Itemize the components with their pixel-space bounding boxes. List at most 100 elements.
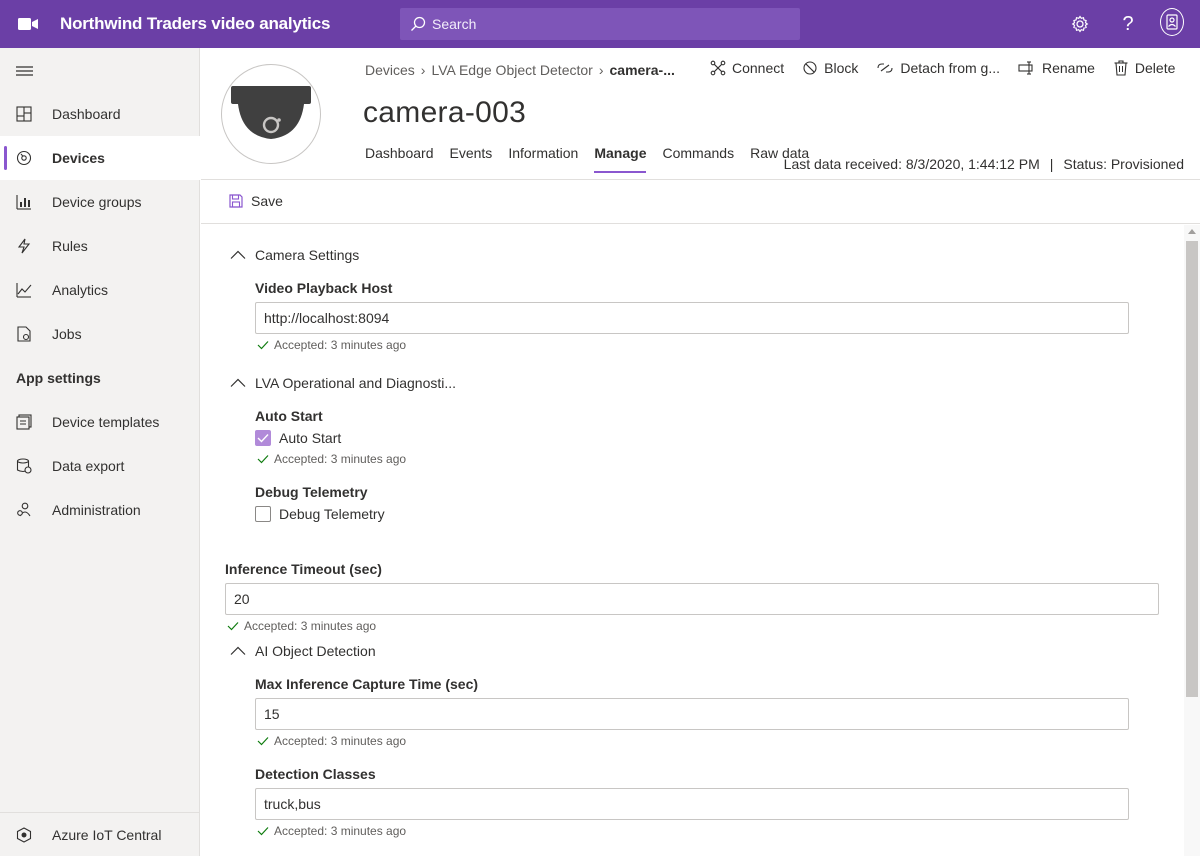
search-placeholder: Search — [432, 16, 477, 32]
detection-classes-status: Accepted: 3 minutes ago — [257, 824, 406, 838]
sidebar-item-rules[interactable]: Rules — [0, 224, 200, 268]
page-title: camera-003 — [363, 96, 527, 129]
sidebar-item-analytics[interactable]: Analytics — [0, 268, 200, 312]
sidebar-item-data-export[interactable]: Data export — [0, 444, 200, 488]
breadcrumb-template-link[interactable]: LVA Edge Object Detector — [431, 62, 592, 78]
content-scrollbar[interactable] — [1184, 225, 1200, 856]
tab-manage[interactable]: Manage — [594, 145, 647, 173]
sidebar-item-devices[interactable]: Devices — [0, 136, 200, 180]
sidebar-item-label: Dashboard — [52, 106, 121, 122]
checkbox-checked[interactable] — [255, 430, 271, 446]
auto-start-label: Auto Start — [255, 408, 323, 424]
sidebar-item-label: Device groups — [52, 194, 142, 210]
checkmark-icon — [257, 434, 269, 443]
detach-icon — [877, 63, 893, 73]
sidebar: Dashboard Devices Device groups Rules An… — [0, 48, 200, 856]
checkmark-icon — [227, 622, 239, 631]
checkmark-icon — [257, 341, 269, 350]
help-icon[interactable]: ? — [1116, 12, 1140, 36]
tab-events[interactable]: Events — [450, 145, 493, 173]
provisioning-status: Status: Provisioned — [1063, 156, 1184, 172]
settings-icon[interactable] — [1068, 12, 1092, 36]
detection-classes-label: Detection Classes — [255, 766, 376, 782]
checkmark-icon — [257, 737, 269, 746]
auto-start-checkbox[interactable]: Auto Start — [255, 430, 341, 446]
sidebar-item-label: Jobs — [52, 326, 82, 342]
device-templates-icon — [16, 414, 32, 430]
sidebar-item-administration[interactable]: Administration — [0, 488, 200, 532]
scroll-thumb[interactable] — [1186, 241, 1198, 697]
sidebar-item-label: Data export — [52, 458, 125, 474]
rules-icon — [17, 238, 31, 254]
tab-information[interactable]: Information — [508, 145, 578, 173]
save-button[interactable]: Save — [229, 193, 283, 209]
form-toolbar: Save — [201, 180, 1200, 224]
iot-central-icon — [16, 827, 32, 843]
checkmark-icon — [257, 827, 269, 836]
ai-object-detection-title: AI Object Detection — [255, 643, 376, 659]
delete-label: Delete — [1134, 60, 1176, 76]
trash-icon — [1114, 60, 1128, 76]
status-text: Accepted: 3 minutes ago — [274, 338, 407, 352]
device-status-line: Last data received: 8/3/2020, 1:44:12 PM… — [784, 156, 1184, 172]
connect-label: Connect — [732, 60, 785, 76]
manage-form: Camera Settings Video Playback Host Acce… — [201, 225, 1184, 856]
status-text: Accepted: 3 minutes ago — [274, 452, 407, 466]
rename-icon — [1018, 61, 1033, 75]
max-inference-capture-label: Max Inference Capture Time (sec) — [255, 676, 479, 692]
rename-button[interactable]: Rename — [1018, 60, 1095, 76]
sidebar-item-dashboard[interactable]: Dashboard — [0, 92, 200, 136]
rename-label: Rename — [1041, 60, 1095, 76]
connect-button[interactable]: Connect — [710, 60, 784, 76]
debug-telemetry-checkbox[interactable]: Debug Telemetry — [255, 506, 385, 522]
detection-classes-input[interactable] — [255, 788, 1129, 820]
video-playback-host-status: Accepted: 3 minutes ago — [257, 338, 406, 352]
camera-dome-icon — [231, 86, 311, 139]
data-export-icon — [16, 458, 32, 474]
camera-settings-group-toggle[interactable]: Camera Settings — [230, 247, 359, 263]
inference-timeout-input[interactable] — [225, 583, 1159, 615]
chevron-up-icon — [230, 378, 246, 387]
sidebar-item-jobs[interactable]: Jobs — [0, 312, 200, 356]
connect-icon — [710, 60, 726, 76]
chevron-right-icon: › — [598, 62, 604, 78]
app-settings-heading: App settings — [16, 370, 101, 386]
top-bar: Northwind Traders video analytics Search… — [0, 0, 1200, 48]
save-label: Save — [251, 193, 283, 209]
app-title[interactable]: Northwind Traders video analytics — [60, 14, 330, 34]
debug-telemetry-label: Debug Telemetry — [255, 484, 368, 500]
breadcrumb-devices-link[interactable]: Devices — [365, 62, 415, 78]
sidebar-footer-iot-central[interactable]: Azure IoT Central — [0, 812, 199, 856]
ai-object-detection-group-toggle[interactable]: AI Object Detection — [230, 643, 376, 659]
sidebar-item-device-templates[interactable]: Device templates — [0, 400, 200, 444]
scroll-up-arrow-icon[interactable] — [1188, 229, 1196, 234]
device-tabs: Dashboard Events Information Manage Comm… — [365, 145, 809, 173]
block-button[interactable]: Block — [802, 60, 858, 76]
checkmark-icon — [257, 455, 269, 464]
inference-timeout-label: Inference Timeout (sec) — [225, 561, 382, 577]
save-icon — [229, 194, 243, 208]
breadcrumb-current: camera-... — [609, 62, 675, 78]
tab-commands[interactable]: Commands — [662, 145, 734, 173]
user-icon[interactable] — [1160, 8, 1184, 36]
block-icon — [803, 61, 817, 75]
max-inference-capture-status: Accepted: 3 minutes ago — [257, 734, 406, 748]
sidebar-item-label: Administration — [52, 502, 141, 518]
checkbox-unchecked[interactable] — [255, 506, 271, 522]
hamburger-menu-icon[interactable] — [16, 64, 34, 78]
sidebar-item-label: Devices — [52, 150, 105, 166]
detach-label: Detach from g... — [900, 60, 1000, 76]
search-input[interactable]: Search — [400, 8, 800, 40]
inference-timeout-status: Accepted: 3 minutes ago — [227, 619, 376, 633]
delete-button[interactable]: Delete — [1113, 60, 1175, 76]
detach-button[interactable]: Detach from g... — [876, 60, 1000, 76]
max-inference-capture-input[interactable] — [255, 698, 1129, 730]
video-playback-host-input[interactable] — [255, 302, 1129, 334]
command-bar: Connect Block Detach from g... Rename De… — [710, 60, 1175, 76]
sidebar-item-device-groups[interactable]: Device groups — [0, 180, 200, 224]
device-groups-icon — [16, 195, 31, 210]
video-playback-host-label: Video Playback Host — [255, 280, 393, 296]
breadcrumb: Devices › LVA Edge Object Detector › cam… — [365, 62, 675, 78]
tab-dashboard[interactable]: Dashboard — [365, 145, 434, 173]
lva-operational-group-toggle[interactable]: LVA Operational and Diagnosti... — [230, 375, 456, 391]
